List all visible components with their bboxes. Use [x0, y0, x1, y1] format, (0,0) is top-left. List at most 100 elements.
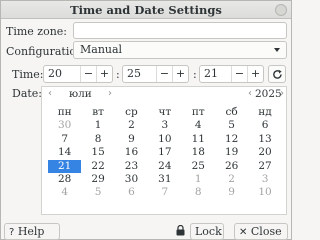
calendar-day[interactable]: 3: [248, 173, 281, 186]
seconds-decrement-button[interactable]: −: [231, 66, 247, 82]
timezone-label: Time zone:: [6, 25, 68, 38]
weekday-label: пн: [57, 106, 72, 118]
calendar-day[interactable]: 4: [48, 186, 81, 199]
minutes-spinbox[interactable]: 25 − +: [122, 65, 189, 83]
calendar-day[interactable]: 1: [182, 173, 215, 186]
calendar-day[interactable]: 19: [215, 146, 248, 159]
time-date-settings-window: Time and Date Settings Time zone: Config…: [0, 0, 292, 240]
calendar-day[interactable]: 8: [81, 133, 114, 146]
window-close-icon[interactable]: [275, 4, 287, 16]
calendar-day[interactable]: 30: [48, 119, 81, 132]
calendar-grid: пн вт ср чт пт сб нд 30 1 2 3 4 5 6 7 8 …: [48, 106, 282, 200]
minutes-increment-button[interactable]: +: [172, 66, 188, 82]
hours-spinbox[interactable]: 20 − +: [43, 65, 113, 83]
calendar-day[interactable]: 1: [81, 119, 114, 132]
window-titlebar[interactable]: Time and Date Settings: [1, 1, 291, 19]
chevron-down-icon: [274, 48, 280, 52]
calendar-day[interactable]: 31: [148, 173, 181, 186]
calendar-week-row: 21 22 23 24 25 26 27: [48, 159, 282, 173]
weekday-label: вт: [92, 106, 104, 118]
calendar-day[interactable]: 5: [81, 186, 114, 199]
calendar-day[interactable]: 11: [182, 133, 215, 146]
time-separator: :: [116, 68, 120, 81]
hours-increment-button[interactable]: +: [96, 66, 112, 82]
calendar-day[interactable]: 6: [115, 186, 148, 199]
calendar-day[interactable]: 20: [248, 146, 281, 159]
calendar-week-row: 4 5 6 7 8 9 10: [48, 186, 282, 199]
calendar-day[interactable]: 2: [215, 173, 248, 186]
calendar-week-row: 28 29 30 31 1 2 3: [48, 173, 282, 186]
calendar-week-row: 7 8 9 10 11 12 13: [48, 133, 282, 146]
refresh-button[interactable]: [268, 65, 286, 83]
next-year-button[interactable]: ›: [280, 88, 284, 99]
seconds-increment-button[interactable]: +: [247, 66, 263, 82]
minutes-decrement-button[interactable]: −: [156, 66, 172, 82]
help-button-label: Help: [17, 225, 45, 238]
weekday-label: сб: [225, 106, 238, 118]
date-label: Date:: [12, 87, 43, 100]
calendar-week-row: 30 1 2 3 4 5 6: [48, 119, 282, 132]
calendar-day[interactable]: 30: [115, 173, 148, 186]
calendar-day[interactable]: 9: [215, 186, 248, 199]
calendar-day[interactable]: 29: [81, 173, 114, 186]
calendar-day[interactable]: 26: [215, 160, 248, 173]
weekday-label: нд: [258, 106, 272, 118]
seconds-value[interactable]: 21: [200, 66, 231, 82]
close-icon: ✕: [239, 227, 248, 238]
calendar-day[interactable]: 23: [115, 160, 148, 173]
hours-value[interactable]: 20: [44, 66, 80, 82]
year-label[interactable]: 2025: [255, 88, 282, 100]
weekday-label: ср: [125, 106, 138, 118]
close-button-label: Close: [250, 225, 282, 238]
seconds-spinbox[interactable]: 21 − +: [199, 65, 264, 83]
calendar-day[interactable]: 15: [81, 146, 114, 159]
calendar-day[interactable]: 27: [248, 160, 281, 173]
calendar-day[interactable]: 10: [148, 133, 181, 146]
calendar-day[interactable]: 2: [115, 119, 148, 132]
lock-button-label: Lock: [195, 225, 222, 238]
lock-icon: [176, 224, 185, 239]
weekday-label: чт: [158, 106, 172, 118]
prev-month-button[interactable]: ‹: [48, 88, 52, 99]
help-icon: ?: [9, 227, 15, 238]
calendar-day[interactable]: 22: [81, 160, 114, 173]
hours-decrement-button[interactable]: −: [80, 66, 96, 82]
calendar-header: ‹ юли › ‹ 2025 ›: [42, 87, 286, 103]
time-separator: :: [193, 68, 197, 81]
calendar-day[interactable]: 8: [182, 186, 215, 199]
timezone-input[interactable]: [73, 22, 287, 39]
calendar-day[interactable]: 4: [182, 119, 215, 132]
refresh-icon: [273, 69, 282, 79]
calendar-day[interactable]: 10: [248, 186, 281, 199]
calendar-day[interactable]: 6: [248, 119, 281, 132]
calendar-day[interactable]: 9: [115, 133, 148, 146]
calendar-day[interactable]: 18: [182, 146, 215, 159]
calendar-week-row: 14 15 16 17 18 19 20: [48, 146, 282, 159]
calendar-day[interactable]: 7: [48, 133, 81, 146]
calendar-day[interactable]: 3: [148, 119, 181, 132]
month-label[interactable]: юли: [69, 88, 92, 100]
weekday-label: пт: [191, 106, 205, 118]
configuration-select[interactable]: Manual: [73, 41, 287, 59]
calendar-day[interactable]: 12: [215, 133, 248, 146]
calendar-day[interactable]: 7: [148, 186, 181, 199]
calendar-day[interactable]: 17: [148, 146, 181, 159]
prev-year-button[interactable]: ‹: [248, 88, 252, 99]
calendar-day[interactable]: 13: [248, 133, 281, 146]
calendar-day[interactable]: 25: [182, 160, 215, 173]
lock-button[interactable]: Lock: [190, 223, 224, 240]
calendar-day[interactable]: 28: [48, 173, 81, 186]
weekday-header-row: пн вт ср чт пт сб нд: [48, 106, 282, 119]
help-button[interactable]: ? Help: [4, 223, 60, 240]
minutes-value[interactable]: 25: [123, 66, 156, 82]
calendar[interactable]: ‹ юли › ‹ 2025 › пн вт ср чт пт сб нд 30…: [41, 86, 287, 215]
calendar-day[interactable]: 5: [215, 119, 248, 132]
window-title: Time and Date Settings: [70, 3, 222, 17]
next-month-button[interactable]: ›: [108, 88, 112, 99]
close-button[interactable]: ✕ Close: [234, 223, 288, 240]
calendar-day-selected[interactable]: 21: [48, 159, 82, 173]
calendar-day[interactable]: 24: [148, 160, 181, 173]
configuration-value: Manual: [80, 43, 123, 56]
calendar-day[interactable]: 16: [115, 146, 148, 159]
calendar-day[interactable]: 14: [48, 146, 81, 159]
